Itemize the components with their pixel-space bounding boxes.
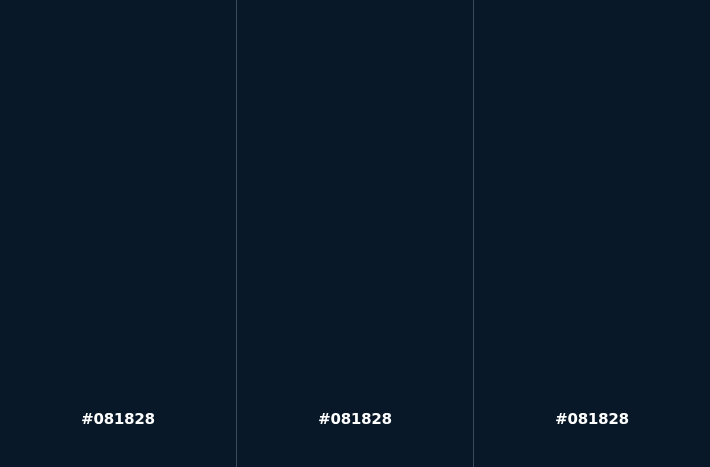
color-swatch-3[interactable]: #081828 bbox=[473, 0, 710, 467]
swatch-hex-label: #081828 bbox=[318, 410, 392, 428]
swatch-hex-label: #081828 bbox=[555, 410, 629, 428]
color-palette: #081828 #081828 #081828 bbox=[0, 0, 710, 467]
color-swatch-2[interactable]: #081828 bbox=[236, 0, 473, 467]
color-swatch-1[interactable]: #081828 bbox=[0, 0, 236, 467]
swatch-hex-label: #081828 bbox=[81, 410, 155, 428]
